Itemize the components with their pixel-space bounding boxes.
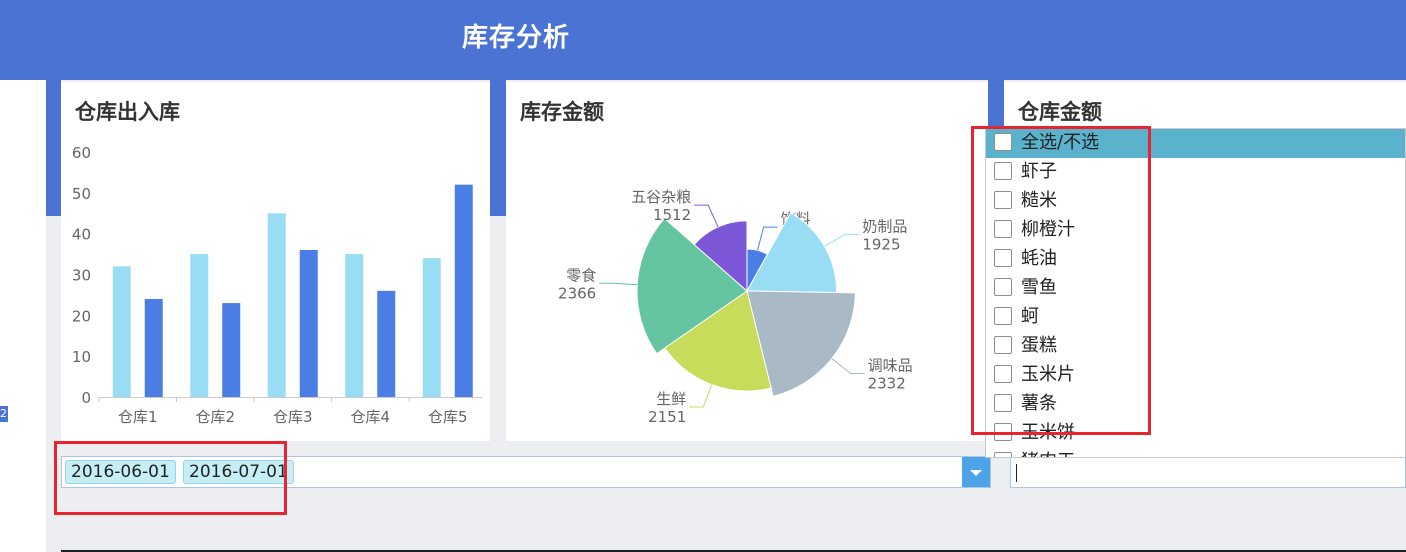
- x-tick-label: 仓库4: [350, 408, 390, 426]
- x-tick-label: 仓库2: [195, 408, 235, 426]
- bar[interactable]: [345, 254, 364, 397]
- option-label: 猪肉干: [1021, 448, 1075, 457]
- chevron-down-icon: [970, 470, 982, 476]
- bar[interactable]: [190, 254, 209, 397]
- warehouse-io-panel: 仓库出入库 0 10 20 30 40 50 60 仓库1 仓库2 仓库3 仓库4 仓库5: [61, 82, 490, 441]
- left-page-badge: 2: [0, 406, 8, 422]
- left-panel-edge: [0, 80, 46, 552]
- date-dropdown-button[interactable]: [962, 457, 990, 487]
- dropdown-option[interactable]: 猪肉干: [986, 448, 1405, 457]
- pie-value-label: 2366: [558, 284, 596, 302]
- bar[interactable]: [454, 184, 473, 397]
- highlight-box-dates: [54, 441, 287, 515]
- right-panel-title: 仓库金额: [1018, 100, 1102, 124]
- bar[interactable]: [144, 299, 163, 397]
- bar[interactable]: [222, 303, 241, 397]
- pie-label: 零食: [566, 266, 596, 284]
- header-band-mid: [490, 80, 506, 216]
- pie-value-label: 2332: [868, 374, 906, 392]
- checkbox[interactable]: [994, 452, 1012, 457]
- text-caret: [1016, 464, 1017, 482]
- page-title: 库存分析: [462, 23, 571, 53]
- pie-label: 调味品: [868, 356, 913, 374]
- pie-label-line: [824, 233, 860, 247]
- pie-value-label: 1925: [862, 235, 900, 253]
- x-tick-label: 仓库1: [118, 408, 158, 426]
- pie-label: 生鲜: [656, 390, 686, 408]
- bar[interactable]: [267, 213, 286, 397]
- y-tick-label: 50: [72, 185, 91, 203]
- bar[interactable]: [112, 266, 131, 397]
- bar[interactable]: [422, 258, 441, 397]
- highlight-box-dropdown: [971, 126, 1151, 435]
- pie-label-line: [599, 282, 638, 286]
- inventory-amount-panel: 库存金额 饮料904奶制品1925调味品2332生鲜2151零食2366五谷杂粮…: [506, 82, 988, 441]
- x-tick-label: 仓库3: [273, 408, 313, 426]
- product-multiselect-input[interactable]: [1010, 456, 1406, 488]
- bar[interactable]: [299, 250, 318, 397]
- y-tick-label: 40: [72, 226, 91, 244]
- pie-label-line: [689, 384, 713, 408]
- y-tick-label: 0: [81, 389, 91, 407]
- y-tick-label: 10: [72, 348, 91, 366]
- header-band-left: [46, 80, 61, 216]
- inventory-amount-pie-chart: 饮料904奶制品1925调味品2332生鲜2151零食2366五谷杂粮1512: [558, 188, 913, 426]
- pie-label: 五谷杂粮: [631, 188, 691, 206]
- y-tick-label: 60: [72, 144, 91, 162]
- x-tick-label: 仓库5: [428, 408, 468, 426]
- bar[interactable]: [377, 290, 396, 397]
- pie-value-label: 1512: [653, 206, 691, 224]
- pie-value-label: 2151: [648, 408, 686, 426]
- y-tick-label: 20: [72, 307, 91, 325]
- pie-label-line: [694, 204, 719, 228]
- pie-label-line: [831, 358, 865, 374]
- warehouse-io-bar-chart: 0 10 20 30 40 50 60 仓库1 仓库2 仓库3 仓库4 仓库5: [72, 144, 482, 426]
- pie-label: 奶制品: [862, 217, 907, 235]
- page-header: 库存分析: [0, 0, 1406, 80]
- y-tick-label: 30: [72, 267, 91, 285]
